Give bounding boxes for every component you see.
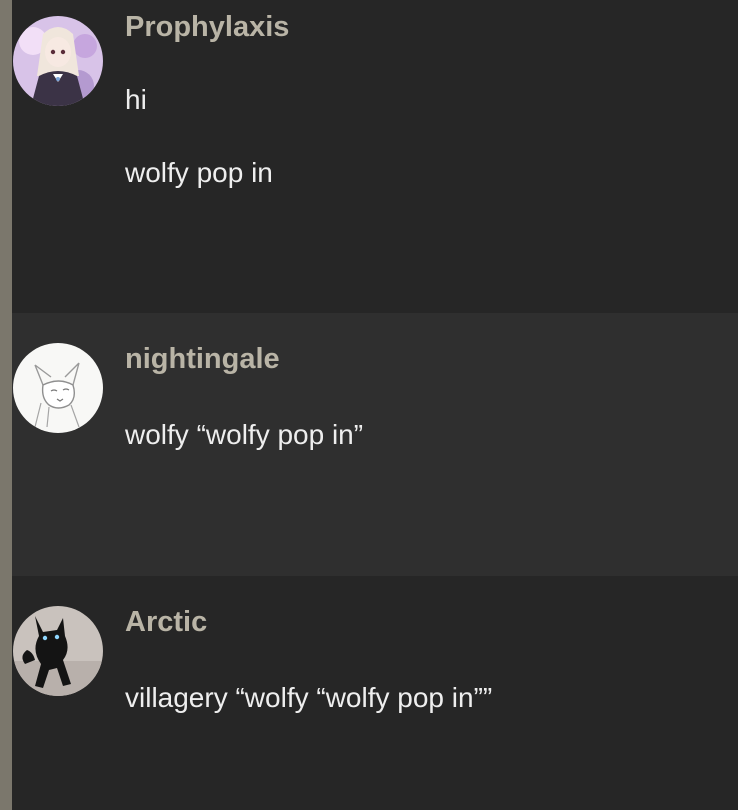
username[interactable]: Arctic [125, 606, 207, 639]
message-text: wolfy pop in [125, 157, 273, 188]
avatar[interactable] [13, 606, 103, 696]
avatar[interactable] [13, 16, 103, 106]
message-text: hi [125, 84, 147, 115]
anime-girl-avatar-icon [13, 16, 103, 106]
username[interactable]: nightingale [125, 343, 280, 376]
white-wolf-sketch-icon [13, 343, 103, 433]
message-post: Arctic villagery “wolfy “wolfy pop in”” [12, 576, 738, 810]
avatar[interactable] [13, 343, 103, 433]
chat-thread: Prophylaxis hi wolfy pop in nightingale … [0, 0, 738, 810]
username[interactable]: Prophylaxis [125, 11, 289, 44]
black-cat-icon [13, 606, 103, 696]
message-post: nightingale wolfy “wolfy pop in” [12, 313, 738, 576]
message-text: villagery “wolfy “wolfy pop in”” [125, 682, 493, 713]
message-text: wolfy “wolfy pop in” [125, 419, 364, 450]
left-rail [0, 0, 12, 810]
message-post: Prophylaxis hi wolfy pop in [12, 0, 738, 313]
